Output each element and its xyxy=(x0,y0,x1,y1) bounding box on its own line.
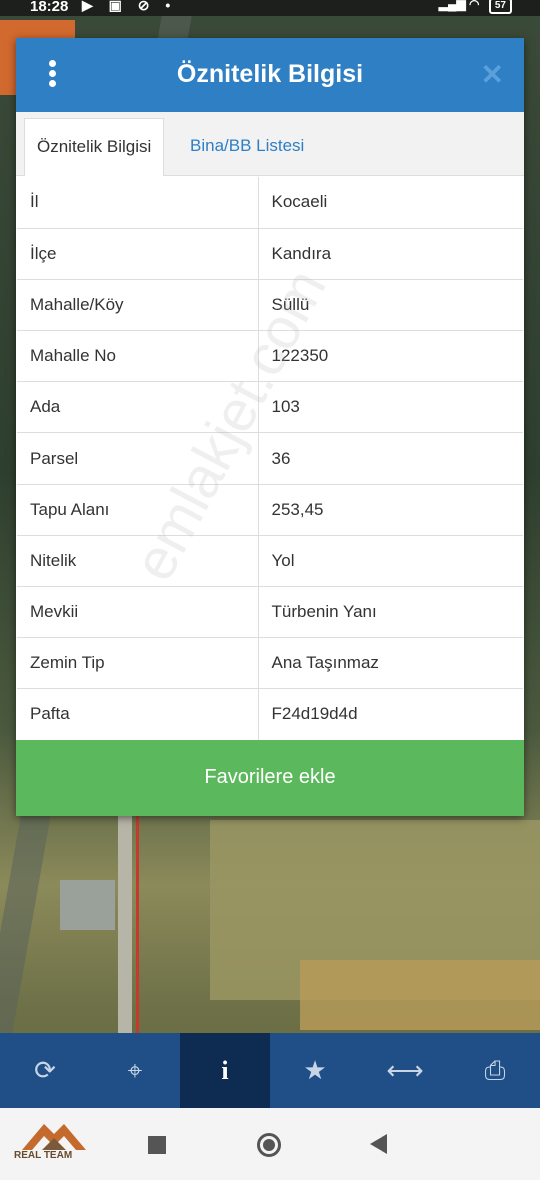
row-key: İlçe xyxy=(17,228,259,280)
recents-button[interactable] xyxy=(148,1136,166,1154)
row-key: Ada xyxy=(17,381,259,434)
wifi-icon: ◠ xyxy=(469,0,480,11)
row-value: Süllü xyxy=(258,279,523,332)
row-value: Ana Taşınmaz xyxy=(258,637,523,690)
row-value: Türbenin Yanı xyxy=(258,586,523,639)
battery-icon: 57 xyxy=(488,0,512,14)
row-key: Mevkii xyxy=(17,586,259,639)
info-icon[interactable]: i xyxy=(180,1033,270,1108)
print-icon[interactable]: ⎙ xyxy=(450,1033,540,1108)
table-row: Mahalle/Köy Süllü xyxy=(17,279,523,332)
table-row: İl Kocaeli xyxy=(17,177,523,229)
measure-icon[interactable]: ⟷ xyxy=(360,1033,450,1108)
row-key: Pafta xyxy=(17,688,259,741)
tab-bar: Öznitelik Bilgisi Bina/BB Listesi xyxy=(16,112,524,176)
table-row: Ada 103 xyxy=(17,381,523,434)
back-button[interactable] xyxy=(370,1134,387,1154)
table-row: Mahalle No 122350 xyxy=(17,330,523,383)
map-building xyxy=(60,880,115,930)
status-right: ▂▄▆ ◠ 57 xyxy=(439,0,512,14)
row-value: Kandıra xyxy=(258,228,523,280)
tab-attribute-info[interactable]: Öznitelik Bilgisi xyxy=(24,118,165,176)
table-row: Pafta F24d19d4d xyxy=(17,688,523,741)
row-key: Nitelik xyxy=(17,535,259,588)
close-icon[interactable]: ✕ xyxy=(481,58,504,91)
row-value: 36 xyxy=(258,432,523,485)
real-team-logo xyxy=(22,1124,86,1150)
table-row: Zemin Tip Ana Taşınmaz xyxy=(17,637,523,690)
table-row: Nitelik Yol xyxy=(17,535,523,588)
map-field xyxy=(300,960,540,1030)
row-key: İl xyxy=(17,177,259,229)
status-bar: 18:28 ▶ ▣ ⊘ • ▂▄▆ ◠ 57 xyxy=(0,0,540,16)
row-value: 253,45 xyxy=(258,484,523,536)
locate-icon[interactable]: ⌖ xyxy=(90,1033,180,1108)
row-key: Zemin Tip xyxy=(17,637,259,690)
map-road xyxy=(118,816,132,1033)
logo-text: REAL TEAM xyxy=(14,1150,73,1161)
table-row: İlçe Kandıra xyxy=(17,228,523,280)
bottom-toolbar: ⟳ ⌖ i ★ ⟷ ⎙ xyxy=(0,1033,540,1108)
attribute-dialog: Öznitelik Bilgisi ✕ Öznitelik Bilgisi Bi… xyxy=(16,38,524,816)
table-row: Mevkii Türbenin Yanı xyxy=(17,586,523,639)
row-value: Yol xyxy=(258,535,523,588)
dialog-title: Öznitelik Bilgisi xyxy=(176,60,364,88)
row-key: Mahalle/Köy xyxy=(17,279,259,332)
notification-icons: ▶ ▣ ⊘ • xyxy=(82,0,177,13)
add-favorite-button[interactable]: Favorilere ekle xyxy=(16,740,524,816)
table-row: Tapu Alanı 253,45 xyxy=(17,484,523,536)
home-button[interactable] xyxy=(257,1133,281,1157)
row-value: 122350 xyxy=(258,330,523,383)
status-time: 18:28 xyxy=(30,0,69,15)
tab-building-list[interactable]: Bina/BB Listesi xyxy=(178,118,316,176)
map-parcel-border xyxy=(136,816,139,1033)
attribute-table: İl Kocaeli İlçe Kandıra Mahalle/Köy Süllü Maha… xyxy=(17,177,523,741)
android-nav-bar: REAL TEAM xyxy=(0,1108,540,1180)
star-icon[interactable]: ★ xyxy=(270,1033,360,1108)
table-row: Parsel 36 xyxy=(17,432,523,485)
row-key: Tapu Alanı xyxy=(17,484,259,536)
signal-icon: ▂▄▆ xyxy=(438,0,466,11)
dialog-header: Öznitelik Bilgisi ✕ xyxy=(16,38,524,112)
row-value: Kocaeli xyxy=(258,177,523,229)
row-value: F24d19d4d xyxy=(258,688,523,741)
refresh-icon[interactable]: ⟳ xyxy=(0,1033,90,1108)
row-value: 103 xyxy=(258,381,523,434)
row-key: Parsel xyxy=(17,432,259,485)
row-key: Mahalle No xyxy=(17,330,259,383)
